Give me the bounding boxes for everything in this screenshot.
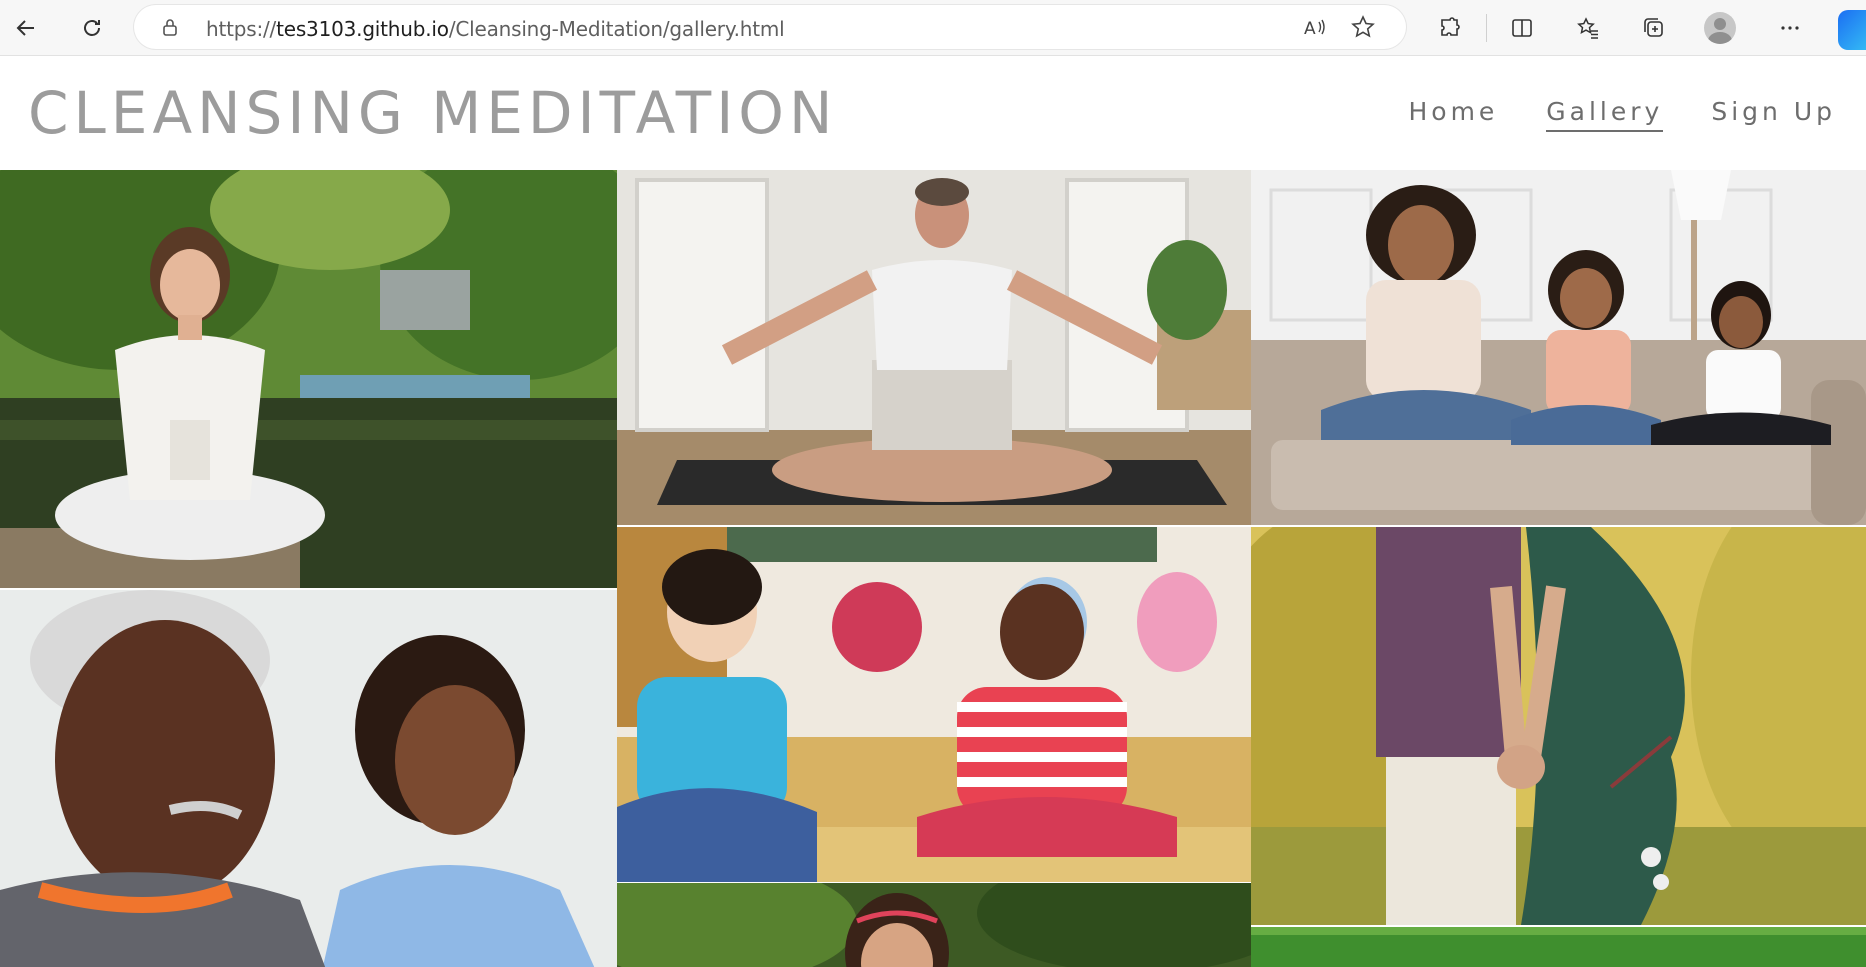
- gallery-image-grass[interactable]: [1251, 927, 1866, 967]
- gallery-image-expecting-couple[interactable]: [1251, 527, 1866, 925]
- split-screen-icon: [1512, 19, 1532, 37]
- favorites-list-icon: [1577, 17, 1598, 39]
- url-text: https://tes3103.github.io/Cleansing-Medi…: [206, 17, 785, 41]
- gallery-image-older-couple[interactable]: [0, 590, 617, 967]
- lock-icon: [163, 19, 177, 36]
- read-aloud-icon[interactable]: A: [1302, 14, 1328, 40]
- gallery-image-girl-outdoors[interactable]: [617, 883, 1251, 967]
- photo-gallery: [0, 170, 1866, 967]
- favorite-star-icon[interactable]: [1350, 14, 1376, 40]
- avatar: [1704, 12, 1736, 44]
- gallery-image-classroom[interactable]: [617, 527, 1251, 882]
- collections-button[interactable]: [1634, 8, 1674, 48]
- gallery-image-woman-lake[interactable]: [0, 170, 617, 588]
- refresh-button[interactable]: [72, 8, 112, 48]
- nav-home-link[interactable]: Home: [1408, 97, 1498, 132]
- arrow-left-icon: [16, 20, 34, 36]
- refresh-icon: [84, 20, 100, 36]
- extensions-button[interactable]: [1430, 8, 1470, 48]
- nav-gallery-link[interactable]: Gallery: [1546, 97, 1664, 132]
- gallery-image-family-sofa[interactable]: [1251, 170, 1866, 525]
- ellipsis-icon: [1781, 26, 1799, 30]
- more-options-button[interactable]: [1770, 8, 1810, 48]
- split-screen-button[interactable]: [1502, 8, 1542, 48]
- puzzle-icon: [1441, 17, 1460, 36]
- back-button[interactable]: [6, 8, 46, 48]
- gallery-image-man-mat[interactable]: [617, 170, 1251, 525]
- nav-signup-link[interactable]: Sign Up: [1711, 97, 1836, 132]
- main-nav: Home Gallery Sign Up: [1408, 97, 1836, 132]
- browser-toolbar: https://tes3103.github.io/Cleansing-Medi…: [0, 0, 1866, 56]
- site-header: CLEANSING MEDITATION Home Gallery Sign U…: [0, 57, 1866, 169]
- copilot-button[interactable]: [1838, 10, 1866, 50]
- toolbar-divider: [1486, 14, 1487, 42]
- site-logo[interactable]: CLEANSING MEDITATION: [28, 79, 837, 147]
- favorites-button[interactable]: [1568, 8, 1608, 48]
- address-bar[interactable]: https://tes3103.github.io/Cleansing-Medi…: [134, 5, 1406, 49]
- svg-text:A: A: [1304, 19, 1316, 39]
- profile-button[interactable]: [1700, 8, 1740, 48]
- collections-icon: [1644, 18, 1663, 37]
